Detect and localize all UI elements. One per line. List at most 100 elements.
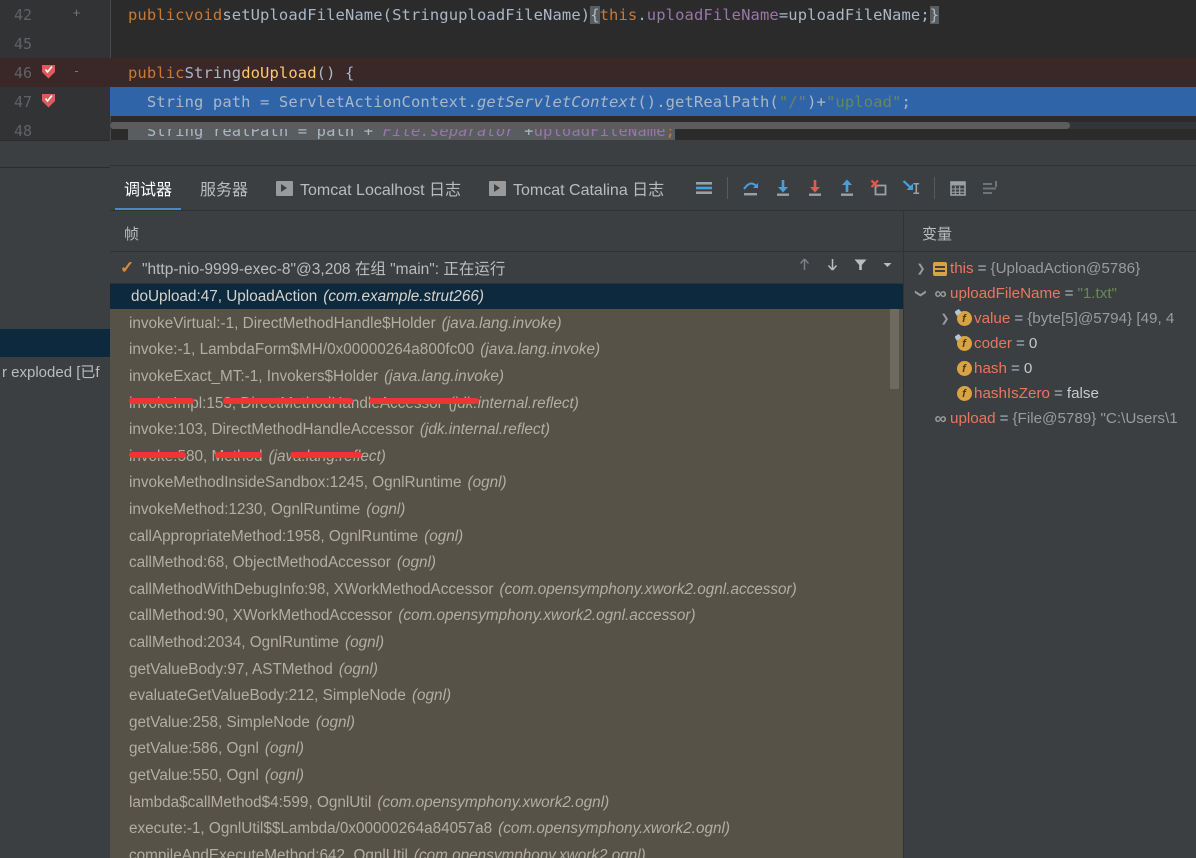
ide-window: 42 + public void setUploadFileName(Strin… bbox=[0, 0, 1196, 858]
equals-sign: = bbox=[1053, 385, 1063, 402]
gutter-42[interactable]: 42 + bbox=[0, 0, 110, 29]
call-stack-frame[interactable]: doUpload:47, UploadAction (com.example.st… bbox=[110, 284, 903, 311]
red-annotation-underline bbox=[223, 398, 353, 404]
frames-menu-button[interactable] bbox=[880, 257, 895, 272]
call-stack-frame[interactable]: invoke:-1, LambdaForm$MH/0x00000264a800f… bbox=[110, 337, 903, 364]
thread-selector[interactable]: ✓ "http-nio-9999-exec-8"@3,208 在组 "main"… bbox=[110, 252, 903, 283]
gutter-48[interactable]: 48 bbox=[0, 116, 110, 140]
variables-title: 变量 bbox=[922, 226, 953, 243]
fold-expand-icon[interactable]: + bbox=[69, 6, 84, 21]
gutter-47[interactable]: 47 bbox=[0, 87, 110, 116]
editor-line-46[interactable]: 46 - public String doUpload() { bbox=[0, 58, 1196, 87]
arrow-down-button[interactable] bbox=[824, 256, 841, 273]
variable-value: false bbox=[1066, 385, 1099, 402]
line-number: 47 bbox=[14, 92, 33, 111]
call-stack-frame[interactable]: getValue:258, SimpleNode (ognl) bbox=[110, 710, 903, 737]
variable-row[interactable]: ❯ ∞ uploadFileName = "1.txt" bbox=[904, 281, 1196, 306]
object-icon bbox=[930, 261, 950, 276]
step-out-button[interactable] bbox=[832, 173, 862, 203]
frame-package: (com.opensymphony.xwork2.ognl) bbox=[498, 820, 730, 838]
call-stack-frame[interactable]: callMethod:2034, OgnlRuntime (ognl) bbox=[110, 630, 903, 657]
call-stack-frame[interactable]: invokeMethodInsideSandbox:1245, OgnlRunt… bbox=[110, 470, 903, 497]
step-over-button[interactable] bbox=[736, 173, 766, 203]
call-stack-frame[interactable]: execute:-1, OgnlUtil$$Lambda/0x00000264a… bbox=[110, 816, 903, 843]
call-stack-frame[interactable]: compileAndExecuteMethod:642, OgnlUtil (co… bbox=[110, 843, 903, 858]
gutter-45[interactable]: 45 bbox=[0, 29, 110, 58]
variable-name: hash bbox=[974, 360, 1007, 377]
frame-method: callAppropriateMethod:1958, OgnlRuntime bbox=[129, 527, 419, 545]
left-panel-row[interactable]: r exploded [已f bbox=[0, 357, 110, 385]
layout-settings-button[interactable] bbox=[975, 173, 1005, 203]
call-stack-frame[interactable]: getValue:586, Ognl (ognl) bbox=[110, 736, 903, 763]
call-stack-frame[interactable]: lambda$callMethod$4:599, OgnlUtil (com.op… bbox=[110, 789, 903, 816]
frame-package: (java.lang.invoke) bbox=[441, 314, 562, 332]
call-stack-frame[interactable]: invokeMethod:1230, OgnlRuntime (ognl) bbox=[110, 497, 903, 524]
variable-value: "1.txt" bbox=[1077, 285, 1117, 302]
field-icon: f bbox=[954, 361, 974, 376]
chevron-right-icon[interactable]: ❯ bbox=[936, 312, 954, 325]
call-stack-frame[interactable]: invoke:103, DirectMethodHandleAccessor (j… bbox=[110, 417, 903, 444]
code-editor[interactable]: 42 + public void setUploadFileName(Strin… bbox=[0, 0, 1196, 140]
panel-top-divider bbox=[0, 140, 110, 141]
red-annotation-underline bbox=[215, 452, 262, 458]
variable-row[interactable]: f coder = 0 bbox=[904, 331, 1196, 356]
left-tool-panel[interactable]: r exploded [已f bbox=[0, 140, 110, 858]
evaluate-expression-button[interactable] bbox=[943, 173, 973, 203]
frame-method: invokeExact_MT:-1, Invokers$Holder bbox=[129, 368, 379, 386]
tab-label: Tomcat Localhost 日志 bbox=[300, 182, 461, 199]
arrow-up-button[interactable] bbox=[796, 256, 813, 273]
chevron-down-icon[interactable]: ❯ bbox=[915, 285, 928, 303]
variable-row[interactable]: ❯ f value = {byte[5]@5794} [49, 4 bbox=[904, 306, 1196, 331]
breakpoint-icon[interactable] bbox=[40, 92, 57, 109]
editor-hscrollbar[interactable] bbox=[110, 122, 1070, 129]
filter-button[interactable] bbox=[852, 256, 869, 273]
frame-package: (com.example.strut266) bbox=[323, 288, 484, 306]
editor-line-42[interactable]: 42 + public void setUploadFileName(Strin… bbox=[0, 0, 1196, 29]
gutter-46[interactable]: 46 - bbox=[0, 58, 110, 87]
call-stack-list[interactable]: doUpload:47, UploadAction (com.example.st… bbox=[110, 284, 903, 858]
call-stack-frame[interactable]: callMethod:68, ObjectMethodAccessor (ognl… bbox=[110, 550, 903, 577]
variable-row[interactable]: f hash = 0 bbox=[904, 356, 1196, 381]
force-step-into-button[interactable] bbox=[800, 173, 830, 203]
variable-row[interactable]: ❯ this = {UploadAction@5786} bbox=[904, 256, 1196, 281]
variable-row[interactable]: ∞ upload = {File@5789} "C:\Users\1 bbox=[904, 406, 1196, 431]
call-stack-frame[interactable]: invokeExact_MT:-1, Invokers$Holder (java.… bbox=[110, 364, 903, 391]
chevron-right-icon[interactable]: ❯ bbox=[912, 262, 930, 275]
frame-method: invokeMethodInsideSandbox:1245, OgnlRunt… bbox=[129, 474, 462, 492]
left-panel-selected-row[interactable] bbox=[0, 329, 110, 357]
debugger-tool-window: 调试器 服务器 Tomcat Localhost 日志 Tomcat Catal… bbox=[110, 140, 1196, 858]
thread-label: "http-nio-9999-exec-8"@3,208 在组 "main": … bbox=[142, 260, 506, 278]
fold-collapse-icon[interactable]: - bbox=[69, 64, 84, 79]
frame-method: callMethodWithDebugInfo:98, XWorkMethodA… bbox=[129, 580, 494, 598]
breakpoint-icon[interactable] bbox=[40, 63, 57, 80]
frame-package: (com.opensymphony.xwork2.ognl) bbox=[413, 846, 646, 858]
glasses-icon: ∞ bbox=[934, 408, 946, 428]
equals-sign: = bbox=[1016, 335, 1025, 352]
call-stack-frame[interactable]: getValue:550, Ognl (ognl) bbox=[110, 763, 903, 790]
call-stack-frame[interactable]: evaluateGetValueBody:212, SimpleNode (ogn… bbox=[110, 683, 903, 710]
frame-package: (ognl) bbox=[264, 740, 304, 758]
call-stack-frame[interactable]: getValueBody:97, ASTMethod (ognl) bbox=[110, 656, 903, 683]
call-stack-frame[interactable]: invokeVirtual:-1, DirectMethodHandle$Hol… bbox=[110, 311, 903, 338]
tab-debugger[interactable]: 调试器 bbox=[110, 166, 186, 210]
frame-package: (ognl) bbox=[396, 554, 436, 572]
editor-line-45[interactable]: 45 bbox=[0, 29, 1196, 58]
editor-line-47[interactable]: 47 String path = ServletActionContext. ge… bbox=[0, 87, 1196, 116]
tab-tomcat-localhost-log[interactable]: Tomcat Localhost 日志 bbox=[262, 166, 475, 210]
frame-method: execute:-1, OgnlUtil$$Lambda/0x00000264a… bbox=[129, 820, 493, 838]
tab-tomcat-catalina-log[interactable]: Tomcat Catalina 日志 bbox=[475, 166, 678, 210]
show-execution-point-button[interactable] bbox=[689, 173, 719, 203]
step-into-button[interactable] bbox=[768, 173, 798, 203]
run-to-cursor-button[interactable] bbox=[896, 173, 926, 203]
call-stack-frame[interactable]: callMethod:90, XWorkMethodAccessor (com.o… bbox=[110, 603, 903, 630]
frames-title: 帧 bbox=[124, 226, 140, 243]
call-stack-frame[interactable]: callMethodWithDebugInfo:98, XWorkMethodA… bbox=[110, 577, 903, 604]
call-stack-frame[interactable]: callAppropriateMethod:1958, OgnlRuntime (… bbox=[110, 523, 903, 550]
frame-method: invoke:-1, LambdaForm$MH/0x00000264a800f… bbox=[129, 341, 475, 359]
variable-row[interactable]: f hashIsZero = false bbox=[904, 381, 1196, 406]
drop-frame-button[interactable] bbox=[864, 173, 894, 203]
variables-panel: 变量 ❯ this = {UploadAction@5786} ❯ ∞ uploadFile… bbox=[904, 211, 1196, 858]
variable-value: {byte[5]@5794} [49, 4 bbox=[1027, 310, 1175, 327]
left-panel-row-label: r exploded [已f bbox=[2, 363, 100, 381]
tab-server[interactable]: 服务器 bbox=[186, 166, 262, 210]
